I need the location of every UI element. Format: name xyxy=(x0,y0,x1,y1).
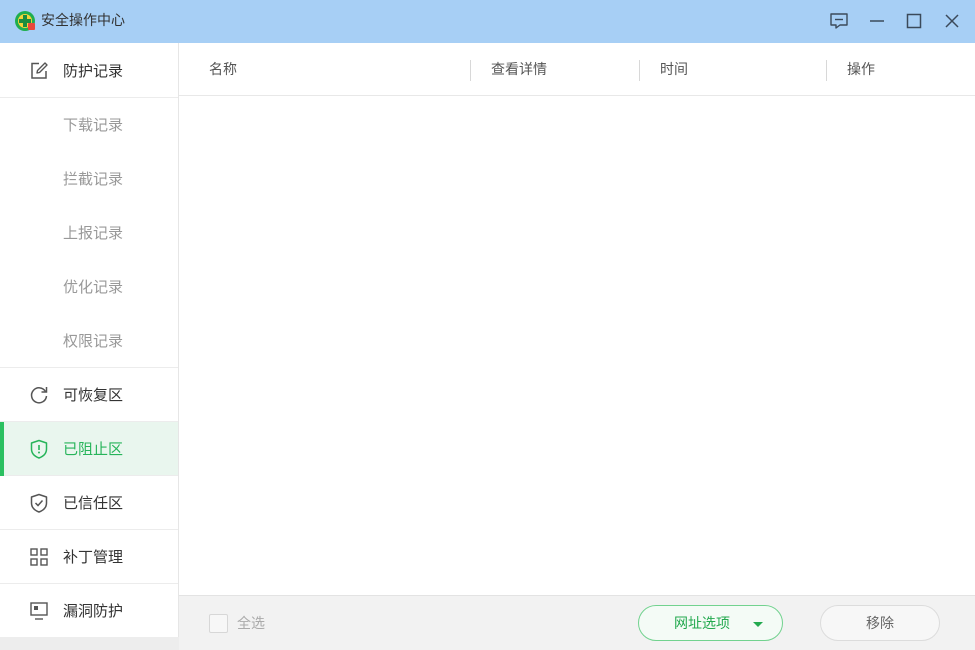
sidebar-footer xyxy=(0,637,179,650)
shield-check-icon xyxy=(30,493,48,513)
sidebar-item-label: 漏洞防护 xyxy=(63,602,124,620)
remove-label: 移除 xyxy=(866,616,894,632)
app-logo-icon xyxy=(15,11,35,31)
sidebar-item-label: 优化记录 xyxy=(63,278,124,296)
sidebar-item-report-records[interactable]: 上报记录 xyxy=(0,206,178,260)
sidebar-item-download-records[interactable]: 下载记录 xyxy=(0,98,178,152)
sidebar-item-optimize-records[interactable]: 优化记录 xyxy=(0,260,178,314)
column-separator[interactable] xyxy=(639,60,640,81)
sidebar-item-label: 上报记录 xyxy=(63,224,124,242)
sidebar-item-trusted[interactable]: 已信任区 xyxy=(0,476,178,530)
sidebar-item-blocked[interactable]: 已阻止区 xyxy=(0,422,178,476)
chevron-down-icon xyxy=(753,622,763,627)
select-all-checkbox[interactable] xyxy=(209,614,228,633)
active-indicator xyxy=(0,422,4,476)
sidebar-item-label: 补丁管理 xyxy=(63,548,124,566)
sidebar-item-protection-records[interactable]: 防护记录 xyxy=(0,44,178,98)
shield-alert-icon xyxy=(30,439,48,459)
records-table: 名称 查看详情 时间 操作 xyxy=(179,43,975,595)
refresh-icon xyxy=(30,387,48,404)
sidebar-item-recoverable[interactable]: 可恢复区 xyxy=(0,368,178,422)
url-options-label: 网址选项 xyxy=(674,616,730,632)
window-title: 安全操作中心 xyxy=(41,13,125,29)
title-bar: 安全操作中心 xyxy=(0,0,975,43)
minimize-icon xyxy=(870,20,884,22)
sidebar-item-intercept-records[interactable]: 拦截记录 xyxy=(0,152,178,206)
minimize-button[interactable] xyxy=(864,8,890,34)
column-header-action[interactable]: 操作 xyxy=(847,60,875,80)
url-options-button[interactable]: 网址选项 xyxy=(638,605,783,641)
sidebar-item-label: 权限记录 xyxy=(63,332,124,350)
feedback-button[interactable] xyxy=(826,8,852,34)
sidebar-item-label: 已阻止区 xyxy=(63,440,124,458)
monitor-icon xyxy=(30,602,48,620)
maximize-icon xyxy=(906,13,922,29)
close-icon xyxy=(945,14,959,28)
sidebar-item-label: 下载记录 xyxy=(63,116,124,134)
table-header: 名称 查看详情 时间 操作 xyxy=(179,43,975,96)
column-header-name[interactable]: 名称 xyxy=(209,60,237,80)
sidebar-item-label: 防护记录 xyxy=(63,62,124,80)
column-separator[interactable] xyxy=(826,60,827,81)
sidebar-item-permission-records[interactable]: 权限记录 xyxy=(0,314,178,368)
sidebar-item-patch-management[interactable]: 补丁管理 xyxy=(0,530,178,584)
select-all-label[interactable]: 全选 xyxy=(237,614,265,634)
grid-icon xyxy=(30,548,48,566)
feedback-icon xyxy=(830,13,848,29)
column-header-details[interactable]: 查看详情 xyxy=(491,60,547,80)
footer-bar: 全选 网址选项 移除 xyxy=(179,595,975,650)
edit-icon xyxy=(31,62,48,79)
column-separator[interactable] xyxy=(470,60,471,81)
close-button[interactable] xyxy=(939,8,965,34)
sidebar-item-label: 已信任区 xyxy=(63,494,124,512)
column-header-time[interactable]: 时间 xyxy=(660,60,688,80)
sidebar-item-label: 拦截记录 xyxy=(63,170,124,188)
sidebar-item-label: 可恢复区 xyxy=(63,386,124,404)
maximize-button[interactable] xyxy=(901,8,927,34)
sidebar: 防护记录 下载记录 拦截记录 上报记录 优化记录 权限记录 可恢复区 已阻止区 xyxy=(0,43,179,650)
sidebar-item-vulnerability-protection[interactable]: 漏洞防护 xyxy=(0,584,178,638)
remove-button[interactable]: 移除 xyxy=(820,605,940,641)
